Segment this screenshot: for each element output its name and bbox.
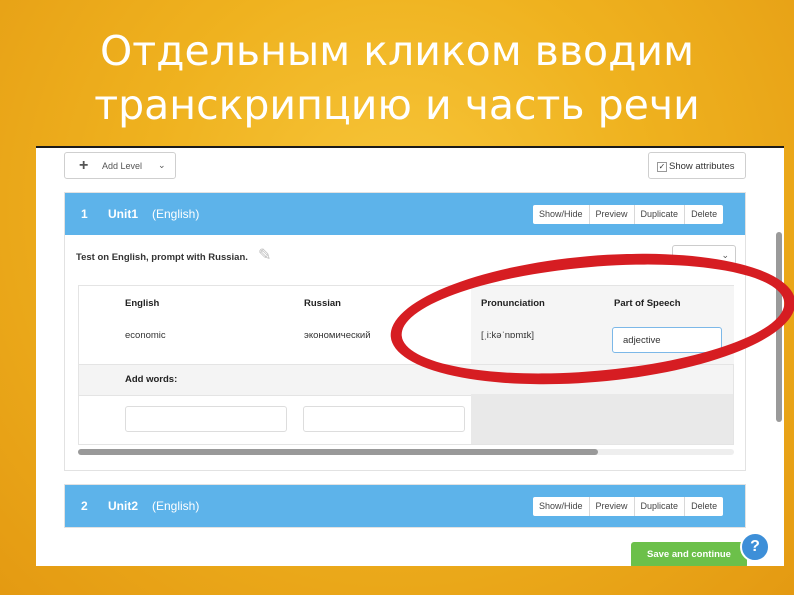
duplicate-button[interactable]: Duplicate: [635, 205, 686, 224]
cell-russian[interactable]: экономический: [304, 330, 371, 341]
slide-title-line-2: транскрипцию и часть речи: [94, 81, 700, 129]
preview-button[interactable]: Preview: [590, 497, 635, 516]
delete-button[interactable]: Delete: [685, 205, 723, 224]
duplicate-button[interactable]: Duplicate: [635, 497, 686, 516]
horizontal-scrollbar[interactable]: [78, 449, 734, 455]
top-divider: [36, 146, 784, 148]
preview-button[interactable]: Preview: [590, 205, 635, 224]
add-level-button[interactable]: + Add Level ⌄: [64, 152, 176, 179]
unit-number: 2: [81, 499, 88, 513]
unit-name: Unit2: [108, 499, 138, 513]
chevron-down-icon: ⌄: [158, 160, 166, 170]
unit-card-2: 2 Unit2 (English) Show/Hide Preview Dupl…: [64, 484, 746, 528]
slide-title: Отдельным кликом вводим транскрипцию и ч…: [0, 24, 794, 132]
column-header-english: English: [125, 298, 160, 309]
delete-button[interactable]: Delete: [685, 497, 723, 516]
show-attributes-label: Show attributes: [669, 161, 735, 172]
unit-name: Unit1: [108, 207, 138, 221]
new-english-word-input[interactable]: [125, 406, 287, 432]
unit-header-2[interactable]: 2 Unit2 (English) Show/Hide Preview Dupl…: [65, 485, 745, 527]
unit-header-1[interactable]: 1 Unit1 (English) Show/Hide Preview Dupl…: [65, 193, 745, 235]
add-level-label: Add Level: [102, 161, 143, 171]
unit-number: 1: [81, 207, 88, 221]
test-prompt: Test on English, prompt with Russian.: [76, 252, 248, 263]
unit-language: (English): [152, 499, 200, 513]
save-and-continue-button[interactable]: Save and continue: [631, 542, 747, 566]
new-row-attribute-bg: [471, 394, 733, 444]
unit-language: (English): [152, 207, 200, 221]
help-icon[interactable]: ?: [740, 532, 770, 562]
new-russian-word-input[interactable]: [303, 406, 465, 432]
show-hide-button[interactable]: Show/Hide: [533, 497, 590, 516]
slide-title-line-1: Отдельным кликом вводим: [100, 27, 694, 75]
show-attributes-toggle[interactable]: ✓ Show attributes: [648, 152, 746, 179]
cell-english[interactable]: economic: [125, 330, 166, 341]
checkbox-icon[interactable]: ✓: [657, 162, 667, 172]
column-header-russian: Russian: [304, 298, 341, 309]
add-words-label: Add words:: [125, 374, 178, 385]
unit-actions: Show/Hide Preview Duplicate Delete: [533, 205, 724, 224]
show-hide-button[interactable]: Show/Hide: [533, 205, 590, 224]
plus-icon: +: [79, 157, 89, 174]
unit-actions: Show/Hide Preview Duplicate Delete: [533, 497, 724, 516]
pencil-icon[interactable]: ✎: [258, 245, 271, 265]
scrollbar-thumb[interactable]: [78, 449, 598, 455]
